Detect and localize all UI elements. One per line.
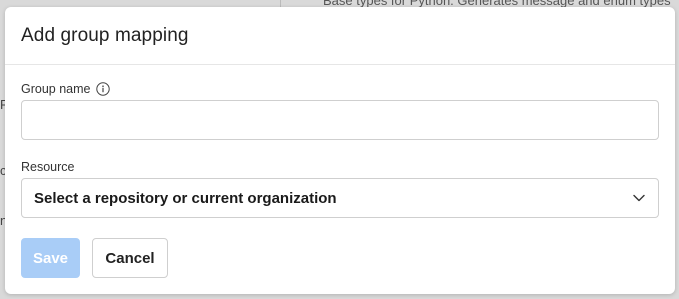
group-name-input[interactable] <box>21 100 659 140</box>
resource-label: Resource <box>21 160 75 174</box>
group-name-label-row: Group name <box>21 82 111 96</box>
cancel-button[interactable]: Cancel <box>92 238 168 278</box>
group-name-label: Group name <box>21 82 91 96</box>
info-circle-icon[interactable] <box>96 82 111 96</box>
add-group-mapping-dialog: Add group mapping Group name Resource Se… <box>5 7 675 294</box>
save-button[interactable]: Save <box>21 238 80 278</box>
dialog-header: Add group mapping <box>5 7 675 65</box>
resource-label-row: Resource <box>21 160 75 174</box>
resource-select[interactable]: Select a repository or current organizat… <box>21 178 659 218</box>
chevron-down-icon <box>632 191 646 205</box>
resource-select-value: Select a repository or current organizat… <box>34 189 337 207</box>
dialog-title: Add group mapping <box>21 24 189 46</box>
